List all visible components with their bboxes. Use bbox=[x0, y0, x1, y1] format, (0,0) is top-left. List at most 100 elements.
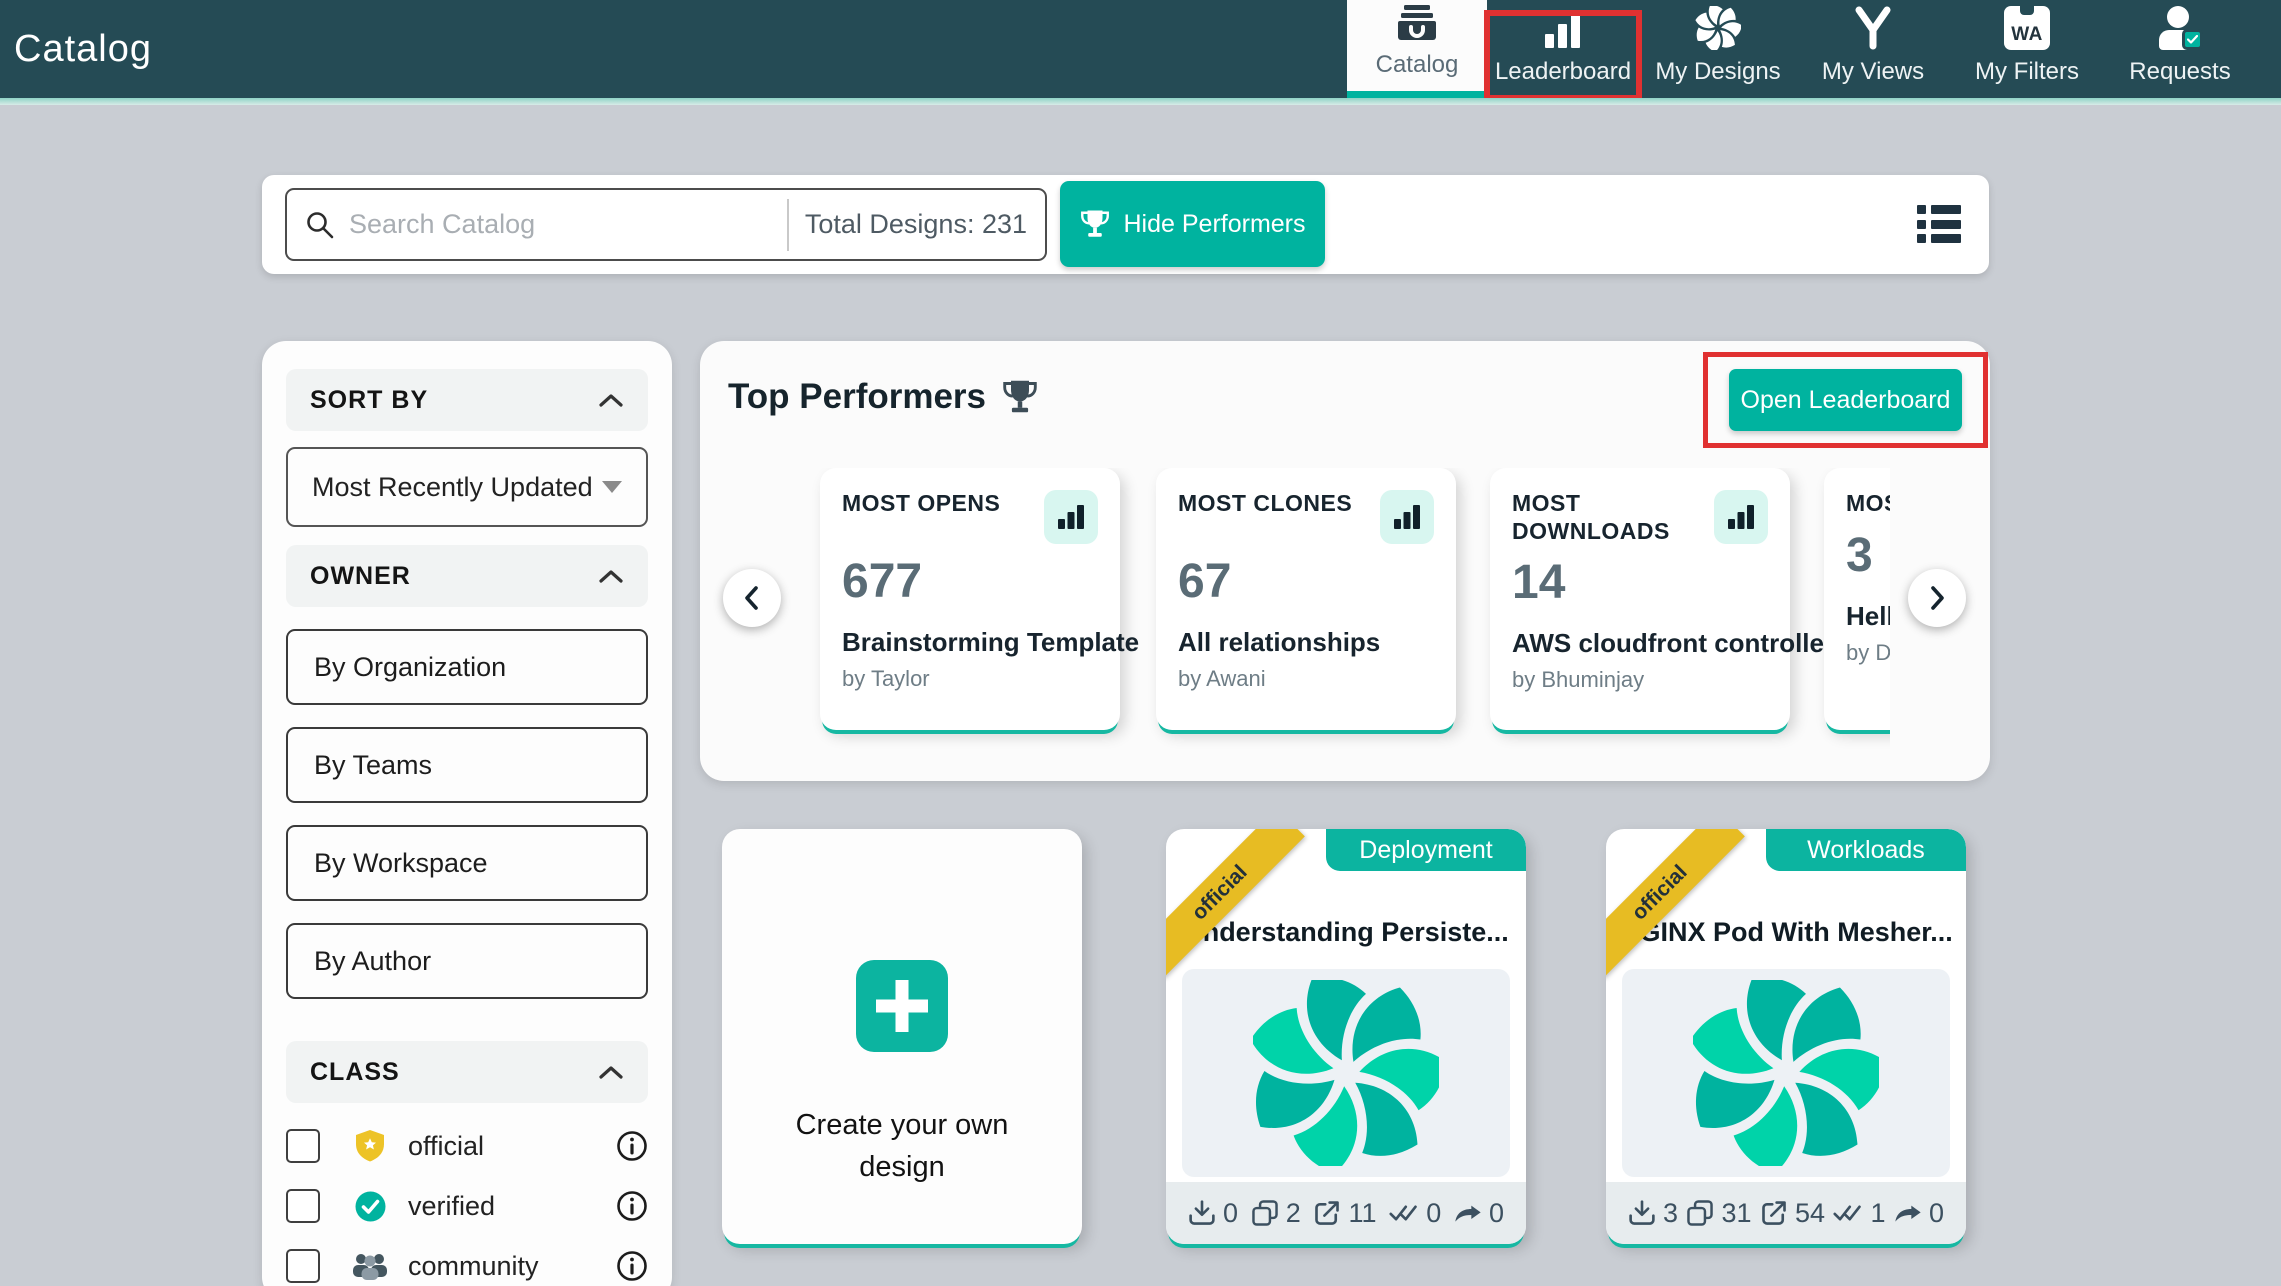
performer-card-most-clones[interactable]: MOST CLONES 67 All relationships by Awan… bbox=[1156, 468, 1456, 730]
views-y-icon bbox=[1852, 8, 1894, 50]
tab-my-filters[interactable]: WA My Filters bbox=[1949, 0, 2105, 98]
deploy-check-icon bbox=[1833, 1201, 1863, 1225]
tab-my-designs[interactable]: My Designs bbox=[1639, 0, 1797, 98]
performer-design-name: AWS cloudfront controller bbox=[1512, 628, 1768, 659]
top-performers-panel: Top Performers Open Leaderboard MOST OPE… bbox=[700, 341, 1990, 781]
performer-metric-value: 677 bbox=[842, 554, 1098, 609]
design-card[interactable]: official Deployment Understanding Persis… bbox=[1166, 829, 1526, 1244]
performer-author: by Awani bbox=[1178, 666, 1434, 692]
performer-metric-label: MOST OPENS bbox=[842, 490, 1000, 518]
carousel-next-button[interactable] bbox=[1908, 569, 1966, 627]
by-teams-button[interactable]: By Teams bbox=[286, 727, 648, 803]
sort-select[interactable]: Most Recently Updated bbox=[286, 447, 648, 527]
performer-metric-label: MOST CLONES bbox=[1178, 490, 1352, 518]
performer-card-most-opens[interactable]: MOST OPENS 677 Brainstorming Template by… bbox=[820, 468, 1120, 730]
bar-chart-icon bbox=[1380, 490, 1434, 544]
filter-sidebar: SORT BY Most Recently Updated OWNER By O… bbox=[262, 341, 672, 1286]
download-icon bbox=[1628, 1199, 1656, 1227]
deploys-stat: 0 bbox=[1389, 1198, 1441, 1229]
create-design-card[interactable]: Create your own design bbox=[722, 829, 1082, 1244]
tab-requests[interactable]: Requests bbox=[2105, 0, 2255, 98]
total-designs-count: Total Designs: 231 bbox=[789, 209, 1045, 240]
official-ribbon: official bbox=[1166, 829, 1305, 978]
performer-card-most-downloads[interactable]: MOST DOWNLOADS 14 AWS cloudfront control… bbox=[1490, 468, 1790, 730]
performer-metric-label: MOST DOWNLOADS bbox=[1512, 490, 1692, 545]
deploys-stat: 1 bbox=[1833, 1198, 1885, 1229]
search-icon bbox=[305, 210, 335, 240]
by-organization-button[interactable]: By Organization bbox=[286, 629, 648, 705]
carousel-prev-button[interactable] bbox=[723, 569, 781, 627]
performer-author: by Bhuminjay bbox=[1512, 667, 1768, 693]
performer-metric-label: MOST bbox=[1846, 490, 1890, 518]
design-title: NGINX Pod With Mesher... bbox=[1606, 917, 1966, 948]
design-stats-bar: 3 31 54 1 0 bbox=[1606, 1182, 1966, 1244]
design-title: Understanding Persiste... bbox=[1166, 917, 1526, 948]
verified-checkbox[interactable] bbox=[286, 1189, 320, 1223]
annotation-box-open-leaderboard: Open Leaderboard bbox=[1703, 352, 1988, 448]
download-icon bbox=[1188, 1199, 1216, 1227]
class-label: CLASS bbox=[310, 1058, 400, 1087]
create-design-label: Create your own design bbox=[796, 1104, 1009, 1188]
downloads-stat: 0 bbox=[1188, 1198, 1238, 1229]
downloads-stat: 3 bbox=[1628, 1198, 1678, 1229]
performer-card-clipped[interactable]: MOST 3 Hello by De bbox=[1824, 468, 1890, 730]
by-author-button[interactable]: By Author bbox=[286, 923, 648, 999]
performer-author: by Taylor bbox=[842, 666, 1098, 692]
requests-person-icon bbox=[2157, 8, 2203, 50]
deploy-check-icon bbox=[1389, 1201, 1419, 1225]
wa-icon-text: WA bbox=[2011, 24, 2043, 46]
performer-design-name: Hello bbox=[1846, 601, 1890, 632]
bar-chart-icon bbox=[1044, 490, 1098, 544]
official-ribbon: official bbox=[1606, 829, 1745, 978]
top-performers-title: Top Performers bbox=[728, 377, 986, 417]
info-icon[interactable] bbox=[616, 1130, 648, 1162]
sort-selected-value: Most Recently Updated bbox=[312, 472, 593, 503]
search-box: Total Designs: 231 bbox=[285, 188, 1047, 261]
tab-catalog[interactable]: Catalog bbox=[1347, 0, 1487, 98]
hide-performers-button[interactable]: Hide Performers bbox=[1060, 181, 1325, 267]
design-type-tag: Workloads bbox=[1766, 829, 1966, 871]
tab-my-views[interactable]: My Views bbox=[1797, 0, 1949, 98]
design-card[interactable]: official Workloads NGINX Pod With Mesher… bbox=[1606, 829, 1966, 1244]
verified-label: verified bbox=[408, 1191, 495, 1222]
sort-by-label: SORT BY bbox=[310, 386, 428, 415]
list-view-toggle-icon[interactable] bbox=[1917, 205, 1961, 243]
design-stats-bar: 0 2 11 0 0 bbox=[1166, 1182, 1526, 1244]
official-checkbox[interactable] bbox=[286, 1129, 320, 1163]
community-people-icon bbox=[350, 1251, 390, 1281]
class-header[interactable]: CLASS bbox=[286, 1041, 648, 1103]
hide-performers-label: Hide Performers bbox=[1124, 210, 1306, 239]
opens-stat: 54 bbox=[1760, 1198, 1825, 1229]
design-preview bbox=[1622, 969, 1950, 1177]
clones-stat: 2 bbox=[1251, 1198, 1301, 1229]
tab-leaderboard[interactable]: Leaderboard bbox=[1487, 0, 1639, 98]
owner-header[interactable]: OWNER bbox=[286, 545, 648, 607]
tab-label: Requests bbox=[2129, 58, 2230, 86]
search-input[interactable] bbox=[349, 209, 787, 240]
meshery-spiral-logo bbox=[1693, 980, 1879, 1166]
trophy-icon bbox=[1080, 208, 1110, 240]
catalog-archive-icon bbox=[1396, 1, 1438, 43]
performer-metric-value: 67 bbox=[1178, 554, 1434, 609]
performer-design-name: Brainstorming Template bbox=[842, 627, 1098, 658]
open-leaderboard-button[interactable]: Open Leaderboard bbox=[1729, 369, 1962, 431]
sort-by-header[interactable]: SORT BY bbox=[286, 369, 648, 431]
by-workspace-button[interactable]: By Workspace bbox=[286, 825, 648, 901]
community-checkbox[interactable] bbox=[286, 1249, 320, 1283]
meshery-spiral-icon bbox=[1695, 8, 1741, 50]
page-title: Catalog bbox=[14, 28, 152, 71]
class-option-official: official bbox=[286, 1129, 648, 1163]
share-icon bbox=[1894, 1201, 1922, 1225]
verified-badge-icon bbox=[350, 1190, 390, 1223]
chevron-up-icon bbox=[598, 1064, 624, 1080]
performer-author: by De bbox=[1846, 640, 1890, 666]
performers-carousel: MOST OPENS 677 Brainstorming Template by… bbox=[700, 468, 1890, 768]
design-preview bbox=[1182, 969, 1510, 1177]
info-icon[interactable] bbox=[616, 1190, 648, 1222]
info-icon[interactable] bbox=[616, 1250, 648, 1282]
leaderboard-bars-icon bbox=[1541, 8, 1585, 50]
performer-metric-value: 3 bbox=[1846, 528, 1890, 583]
clone-icon bbox=[1686, 1199, 1714, 1227]
design-type-tag: Deployment bbox=[1326, 829, 1526, 871]
shares-stat: 0 bbox=[1454, 1198, 1504, 1229]
